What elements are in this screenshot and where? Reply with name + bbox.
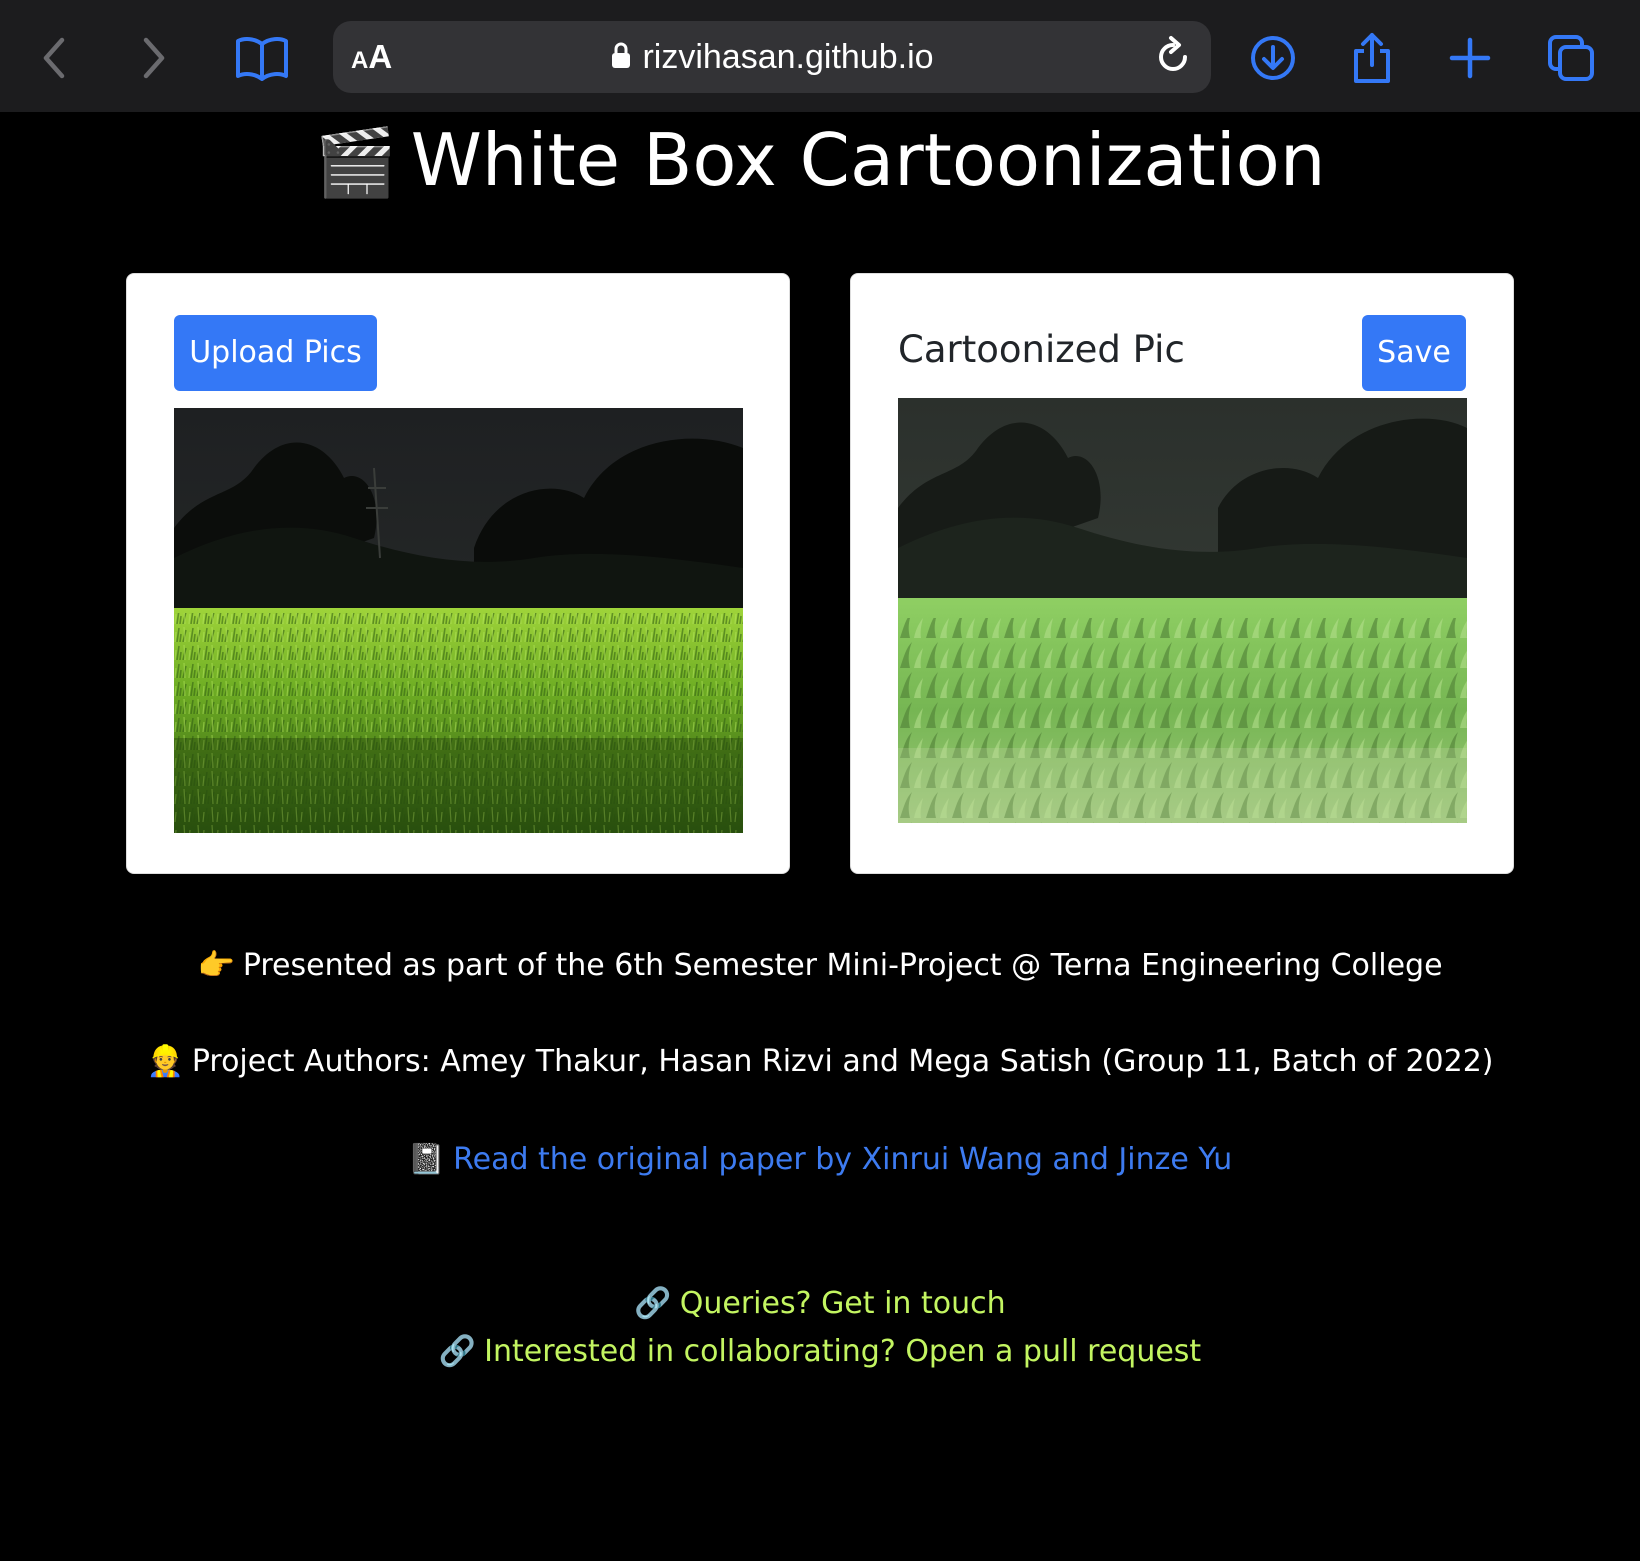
link-icon: 🔗 [438, 1334, 477, 1369]
original-photo [174, 408, 743, 833]
upload-pics-button[interactable]: Upload Pics [174, 315, 377, 391]
download-icon[interactable] [1237, 22, 1309, 94]
collab-line: 🔗 Interested in collaborating? Open a pul… [0, 1334, 1640, 1369]
authors-line: 👷 Project Authors: Amey Thakur, Hasan Riz… [0, 1044, 1640, 1079]
queries-link[interactable]: Queries? Get in touch [680, 1286, 1006, 1321]
url-text: rizvihasan.github.io [642, 37, 934, 76]
result-card: Cartoonized Pic Save [850, 273, 1514, 874]
forward-icon[interactable] [118, 22, 190, 94]
queries-line: 🔗 Queries? Get in touch [0, 1286, 1640, 1321]
presented-line: 👉 Presented as part of the 6th Semester M… [0, 948, 1640, 983]
share-icon[interactable] [1336, 22, 1408, 94]
reload-icon[interactable] [1151, 35, 1195, 79]
collab-link[interactable]: Interested in collaborating? Open a pull… [484, 1334, 1201, 1369]
worker-icon: 👷 [146, 1044, 184, 1079]
cartoonized-photo [898, 398, 1467, 823]
address-bar[interactable]: AA rizvihasan.github.io [333, 21, 1211, 93]
paper-line: 📓 Read the original paper by Xinrui Wang … [0, 1142, 1640, 1177]
clapperboard-icon: 🎬 [314, 124, 397, 201]
pointing-hand-icon: 👉 [197, 948, 235, 983]
link-icon: 🔗 [634, 1286, 672, 1321]
notebook-icon: 📓 [407, 1142, 446, 1177]
save-button[interactable]: Save [1362, 315, 1466, 391]
lock-icon [610, 41, 632, 73]
presented-text: Presented as part of the 6th Semester Mi… [242, 948, 1443, 983]
authors-text: Project Authors: Amey Thakur, Hasan Rizv… [191, 1044, 1494, 1079]
bookmarks-icon[interactable] [226, 22, 298, 94]
page-title: 🎬 White Box Cartoonization [0, 118, 1640, 202]
back-icon[interactable] [18, 22, 90, 94]
result-heading: Cartoonized Pic [898, 328, 1185, 371]
page-title-text: White Box Cartoonization [410, 118, 1326, 202]
new-tab-icon[interactable] [1434, 22, 1506, 94]
paper-link[interactable]: Read the original paper by Xinrui Wang a… [453, 1142, 1232, 1177]
browser-toolbar: AA rizvihasan.github.io [0, 0, 1640, 112]
tabs-icon[interactable] [1535, 22, 1607, 94]
upload-card: Upload Pics [126, 273, 790, 874]
